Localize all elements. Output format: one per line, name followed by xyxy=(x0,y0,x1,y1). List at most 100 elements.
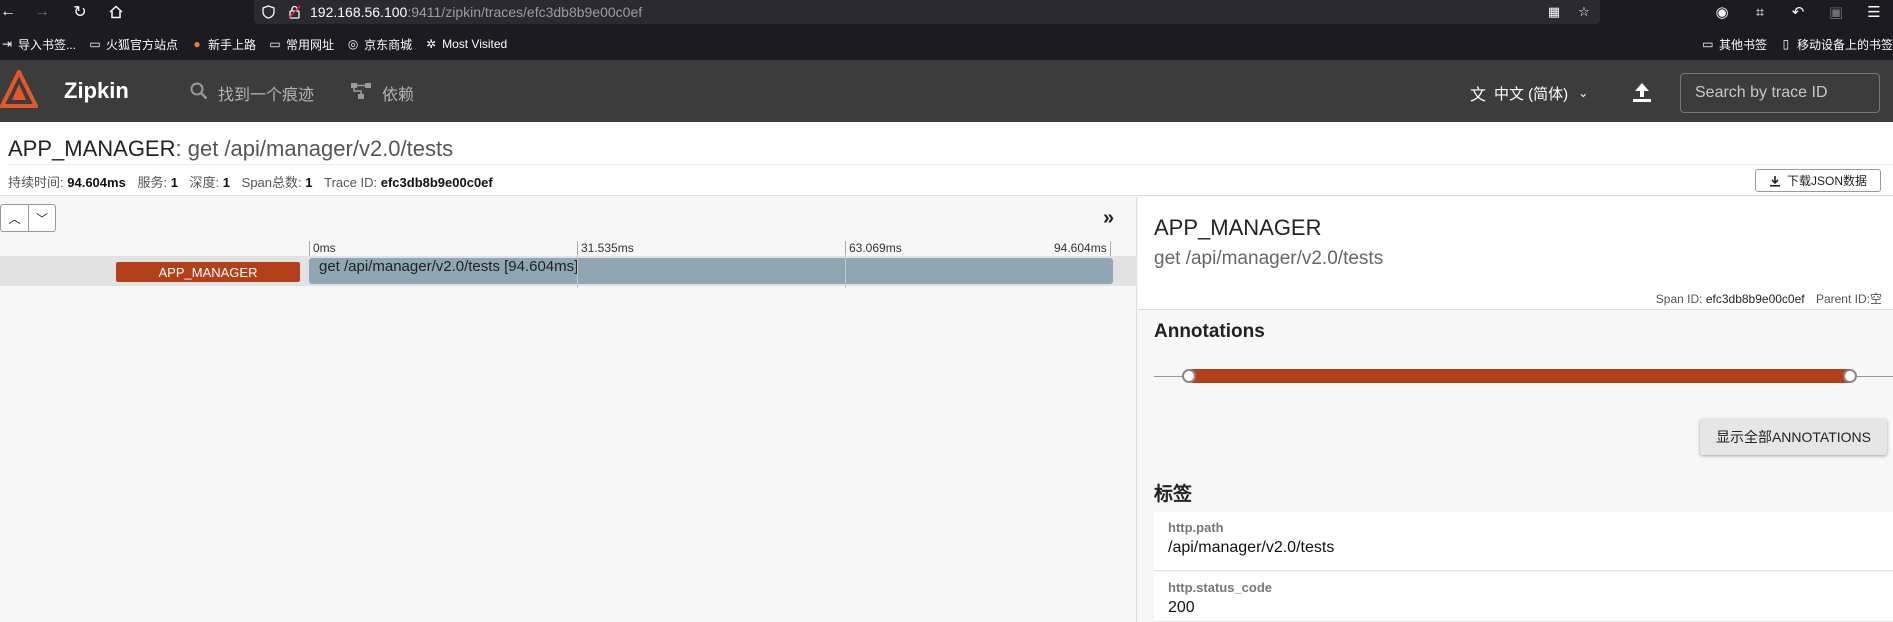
menu-icon[interactable]: ☰ xyxy=(1866,4,1882,21)
firefox-icon: ● xyxy=(193,37,201,51)
span-duration-bar[interactable]: get /api/manager/v2.0/tests [94.604ms] xyxy=(309,258,1113,284)
shield-icon[interactable] xyxy=(260,4,276,20)
bookmark-most-visited[interactable]: ✲ Most Visited xyxy=(424,37,507,51)
trace-separator: : xyxy=(175,136,188,161)
span-count-label: Span总数: xyxy=(241,175,302,190)
span-count-value: 1 xyxy=(305,175,313,190)
home-icon[interactable] xyxy=(104,0,128,24)
bookmark-label: 导入书签... xyxy=(18,37,77,52)
parent-id-value: 空 xyxy=(1869,292,1882,306)
url-host: 192.168.56.100 xyxy=(310,4,408,20)
span-id-value: efc3db8b9e00c0ef xyxy=(1705,292,1805,306)
bookmarks-bar: ⇥ 导入书签... ▭ 火狐官方站点 ● 新手上路 ▭ 常用网址 ◎ 京东商城 ✲ Most… xyxy=(0,28,1893,60)
trace-span-name: get /api/manager/v2.0/tests xyxy=(187,136,454,161)
trace-id-search[interactable] xyxy=(1680,73,1880,113)
timeline-ticks: 0ms 31.535ms 63.069ms 94.604ms xyxy=(309,241,1112,256)
grid-line xyxy=(577,254,578,288)
bookmark-other[interactable]: ▭ 其他书签 xyxy=(1701,36,1767,53)
bookmark-label: Most Visited xyxy=(442,37,508,51)
services-value: 1 xyxy=(170,175,178,190)
language-label: 中文 (简体) xyxy=(1494,85,1569,103)
tick-label: 0ms xyxy=(309,241,336,256)
collapse-up-button[interactable]: ︿ xyxy=(1,205,28,231)
bookmark-getting-started[interactable]: ● 新手上路 xyxy=(190,36,256,53)
crop-icon[interactable]: ⌗ xyxy=(1752,4,1768,21)
url-bar[interactable]: 192.168.56.100:9411/zipkin/traces/efc3db… xyxy=(254,0,1600,24)
image-icon[interactable]: ▣ xyxy=(1828,4,1844,21)
annotation-bar[interactable] xyxy=(1190,369,1851,383)
url-text: 192.168.56.100:9411/zipkin/traces/efc3db… xyxy=(310,4,642,20)
translate-icon: 文 xyxy=(1470,87,1487,104)
timeline-panel: ︿ ﹀ » 0ms 31.535ms 63.069ms 94.604ms APP… xyxy=(0,197,1137,622)
span-navigation: ︿ ﹀ xyxy=(0,204,56,232)
span-row[interactable]: APP_MANAGER get /api/manager/v2.0/tests … xyxy=(0,256,1137,286)
download-json-button[interactable]: 下载JSON数据 xyxy=(1755,169,1881,192)
mobile-icon: ▯ xyxy=(1782,37,1790,51)
import-icon: ⇥ xyxy=(1,37,13,51)
annotation-start-marker[interactable] xyxy=(1182,369,1196,383)
back-icon[interactable]: ← xyxy=(0,0,20,24)
nav-label: 依赖 xyxy=(382,87,415,104)
detail-service-name: APP_MANAGER xyxy=(1154,215,1322,240)
duration-value: 94.604ms xyxy=(67,175,126,190)
bookmark-firefox-sites[interactable]: ▭ 火狐官方站点 xyxy=(88,36,178,53)
gear-icon: ✲ xyxy=(426,37,437,51)
bookmark-label: 新手上路 xyxy=(208,37,257,52)
span-detail-panel: APP_MANAGER get /api/manager/v2.0/tests … xyxy=(1138,197,1893,622)
dependencies-icon xyxy=(350,82,372,105)
upload-icon[interactable] xyxy=(1630,80,1654,104)
download-icon xyxy=(1769,175,1780,187)
search-icon xyxy=(190,82,208,105)
bookmark-label: 移动设备上的书签 xyxy=(1796,37,1893,52)
toolbar-right-icons: ◉ ⌗ ↶ ▣ ☰ xyxy=(1703,0,1893,24)
tick-label: 63.069ms xyxy=(845,241,902,256)
depth-value: 1 xyxy=(222,175,231,190)
trace-title: APP_MANAGER: get /api/manager/v2.0/tests xyxy=(8,136,453,162)
tag-value: /api/manager/v2.0/tests xyxy=(1168,539,1335,556)
chevron-up-icon: ︿ xyxy=(8,211,21,226)
bookmark-common-sites[interactable]: ▭ 常用网址 xyxy=(268,36,334,53)
expand-down-button[interactable]: ﹀ xyxy=(27,205,55,231)
undo-icon[interactable]: ↶ xyxy=(1790,4,1806,21)
bookmark-label: 其他书签 xyxy=(1718,37,1767,52)
bookmark-label: 京东商城 xyxy=(364,37,413,52)
language-selector[interactable]: 文 中文 (简体) ⌄ xyxy=(1470,81,1588,105)
globe-icon: ◎ xyxy=(347,37,359,51)
bookmark-jd[interactable]: ◎ 京东商城 xyxy=(346,36,412,53)
nav-label: 找到一个痕迹 xyxy=(218,87,315,104)
nav-find-trace[interactable]: 找到一个痕迹 xyxy=(190,81,314,105)
tick-label: 94.604ms xyxy=(1051,241,1111,256)
download-label: 下载JSON数据 xyxy=(1786,174,1867,188)
double-chevron-right-icon[interactable]: » xyxy=(1103,207,1114,230)
zipkin-logo-icon[interactable] xyxy=(0,70,38,110)
divider xyxy=(8,164,1893,165)
show-all-annotations-button[interactable]: 显示全部ANNOTATIONS xyxy=(1700,419,1887,455)
duration-label: 持续时间: xyxy=(8,175,64,190)
services-label: 服务: xyxy=(137,175,168,190)
browser-toolbar: ← → ↻ 192.168.56.100:9411/zipkin/traces/… xyxy=(0,0,1893,28)
span-ids: Span ID: efc3db8b9e00c0ef Parent ID:空 xyxy=(1656,290,1882,307)
insecure-lock-icon[interactable] xyxy=(286,4,302,20)
bookmark-import[interactable]: ⇥ 导入书签... xyxy=(0,36,76,53)
bookmarks-right: ▭ 其他书签 ▯ 移动设备上的书签 xyxy=(1701,28,1893,60)
trace-id-input[interactable] xyxy=(1695,84,1875,102)
qr-code-icon[interactable]: ▦ xyxy=(1546,4,1562,20)
reload-icon[interactable]: ↻ xyxy=(68,0,92,24)
span-service-badge: APP_MANAGER xyxy=(116,262,300,282)
span-id-label: Span ID: xyxy=(1655,292,1703,306)
bookmark-label: 火狐官方站点 xyxy=(106,37,179,52)
forward-icon[interactable]: → xyxy=(30,0,54,24)
tick-label: 31.535ms xyxy=(577,241,634,256)
depth-label: 深度: xyxy=(189,175,220,190)
nav-dependencies[interactable]: 依赖 xyxy=(350,81,414,105)
chevron-down-icon: ⌄ xyxy=(1578,86,1589,100)
tags-title: 标签 xyxy=(1154,484,1193,505)
tag-row: http.path /api/manager/v2.0/tests xyxy=(1154,512,1893,571)
folder-icon: ▭ xyxy=(269,37,281,51)
extension-icon[interactable]: ◉ xyxy=(1714,4,1730,21)
bookmark-star-icon[interactable]: ☆ xyxy=(1576,4,1592,20)
annotation-end-marker[interactable] xyxy=(1843,369,1857,383)
app-brand[interactable]: Zipkin xyxy=(64,78,129,104)
bookmark-mobile[interactable]: ▯ 移动设备上的书签 xyxy=(1779,36,1893,53)
url-path: :9411/zipkin/traces/efc3db8b9e00c0ef xyxy=(407,4,643,20)
